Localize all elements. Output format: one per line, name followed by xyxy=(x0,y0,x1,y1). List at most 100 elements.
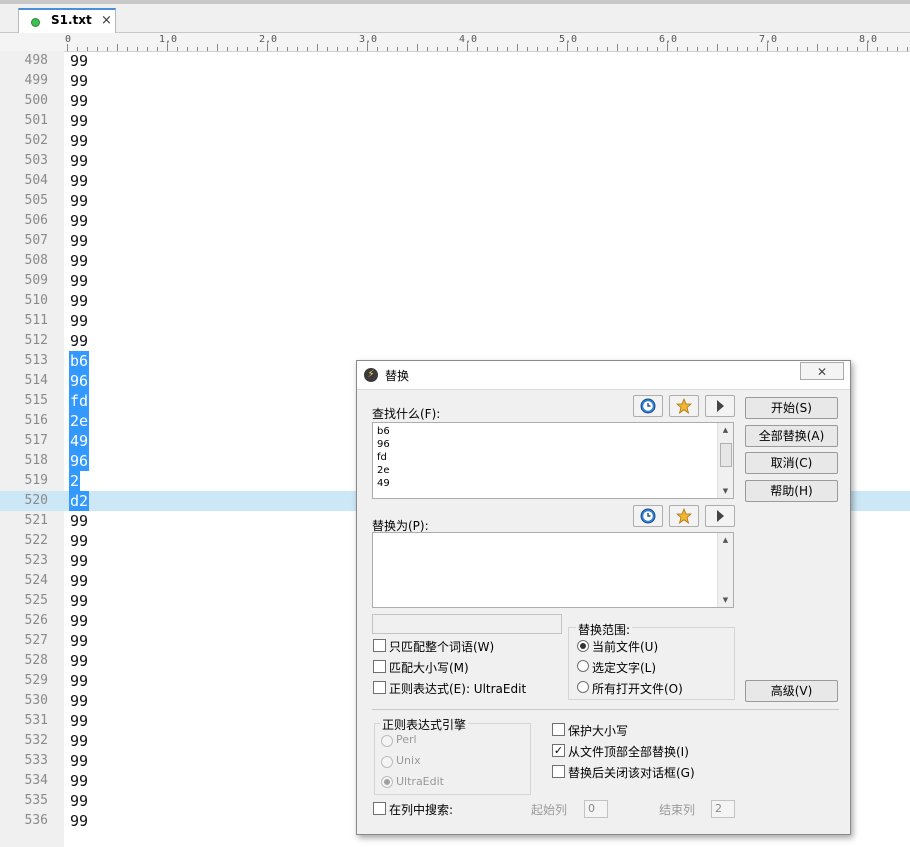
file-tab[interactable]: S1.txt × xyxy=(18,8,116,33)
find-favorites-button[interactable] xyxy=(669,395,699,417)
editor-line[interactable]: 502 99 xyxy=(0,131,910,151)
line-text[interactable]: 99 xyxy=(69,91,89,111)
engine-perl-radio[interactable] xyxy=(381,735,393,747)
line-text[interactable]: 99 xyxy=(69,71,89,91)
dialog-titlebar[interactable]: ⚡ 替换 ✕ xyxy=(357,361,850,390)
replace-favorites-button[interactable] xyxy=(669,505,699,527)
line-text[interactable]: 99 xyxy=(69,131,89,151)
scroll-down-icon[interactable]: ▼ xyxy=(718,593,733,607)
selected-line-text[interactable]: 96 xyxy=(69,451,90,471)
engine-ultraedit-label[interactable]: UltraEdit xyxy=(396,775,444,788)
regex-checkbox[interactable] xyxy=(373,681,386,694)
selected-line-text[interactable]: 2 xyxy=(69,471,81,491)
start-button[interactable]: 开始(S) xyxy=(745,397,838,419)
line-text[interactable]: 99 xyxy=(69,51,89,71)
line-text[interactable]: 99 xyxy=(69,531,89,551)
line-text[interactable]: 99 xyxy=(69,571,89,591)
selected-line-text[interactable]: d2 xyxy=(69,491,90,511)
editor-line[interactable]: 512 99 xyxy=(0,331,910,351)
scope-selected-text-radio[interactable] xyxy=(577,660,589,672)
line-text[interactable]: 99 xyxy=(69,111,89,131)
editor-line[interactable]: 506 99 xyxy=(0,211,910,231)
find-what-input[interactable]: b6 96 fd 2e 49 ▲ ▼ xyxy=(372,422,734,499)
close-tab-icon[interactable]: × xyxy=(101,13,112,28)
preserve-case-checkbox[interactable] xyxy=(552,723,565,736)
editor-line[interactable]: 498 99 xyxy=(0,51,910,71)
selected-line-text[interactable]: 96 xyxy=(69,371,90,391)
line-text[interactable]: 99 xyxy=(69,591,89,611)
engine-unix-radio[interactable] xyxy=(381,756,393,768)
scroll-thumb[interactable] xyxy=(720,443,732,467)
line-text[interactable]: 99 xyxy=(69,691,89,711)
line-text[interactable]: 99 xyxy=(69,751,89,771)
editor-line[interactable]: 507 99 xyxy=(0,231,910,251)
close-after-replace-checkbox[interactable] xyxy=(552,765,565,778)
line-text[interactable]: 99 xyxy=(69,331,89,351)
line-text[interactable]: 99 xyxy=(69,311,89,331)
line-text[interactable]: 99 xyxy=(69,651,89,671)
editor-line[interactable]: 509 99 xyxy=(0,271,910,291)
cancel-button[interactable]: 取消(C) xyxy=(745,452,838,474)
line-text[interactable]: 99 xyxy=(69,551,89,571)
editor-line[interactable]: 501 99 xyxy=(0,111,910,131)
line-text[interactable]: 99 xyxy=(69,611,89,631)
scope-current-file-label[interactable]: 当前文件(U) xyxy=(592,638,658,655)
selected-line-text[interactable]: fd xyxy=(69,391,90,411)
regex-label[interactable]: 正则表达式(E): UltraEdit xyxy=(389,680,526,697)
replace-menu-button[interactable] xyxy=(705,505,735,527)
engine-perl-label[interactable]: Perl xyxy=(396,733,417,746)
editor-line[interactable]: 500 99 xyxy=(0,91,910,111)
editor-line[interactable]: 505 99 xyxy=(0,191,910,211)
search-in-column-label[interactable]: 在列中搜索: xyxy=(389,801,453,818)
preserve-case-label[interactable]: 保护大小写 xyxy=(568,722,628,739)
selected-line-text[interactable]: 49 xyxy=(69,431,90,451)
line-text[interactable]: 99 xyxy=(69,711,89,731)
editor-line[interactable]: 510 99 xyxy=(0,291,910,311)
line-text[interactable]: 99 xyxy=(69,251,89,271)
whole-word-label[interactable]: 只匹配整个词语(W) xyxy=(389,638,494,655)
whole-word-checkbox[interactable] xyxy=(373,639,386,652)
replace-all-button[interactable]: 全部替换(A) xyxy=(745,425,838,447)
find-history-button[interactable] xyxy=(633,395,663,417)
scroll-up-icon[interactable]: ▲ xyxy=(718,533,733,547)
line-text[interactable]: 99 xyxy=(69,271,89,291)
advanced-button[interactable]: 高级(V) xyxy=(745,680,838,702)
match-case-checkbox[interactable] xyxy=(373,660,386,673)
replace-input-scrollbar[interactable]: ▲ ▼ xyxy=(717,533,733,607)
editor-line[interactable]: 508 99 xyxy=(0,251,910,271)
find-menu-button[interactable] xyxy=(705,395,735,417)
editor-line[interactable]: 499 99 xyxy=(0,71,910,91)
editor-line[interactable]: 504 99 xyxy=(0,171,910,191)
scroll-down-icon[interactable]: ▼ xyxy=(718,484,733,498)
engine-unix-label[interactable]: Unix xyxy=(396,754,421,767)
start-column-input[interactable]: 0 xyxy=(584,800,608,818)
editor-line[interactable]: 511 99 xyxy=(0,311,910,331)
line-text[interactable]: 99 xyxy=(69,631,89,651)
scroll-up-icon[interactable]: ▲ xyxy=(718,423,733,437)
help-button[interactable]: 帮助(H) xyxy=(745,480,838,502)
replace-with-input[interactable]: ▲ ▼ xyxy=(372,532,734,608)
line-text[interactable]: 99 xyxy=(69,731,89,751)
match-case-label[interactable]: 匹配大小写(M) xyxy=(389,659,469,676)
replace-all-from-top-label[interactable]: 从文件顶部全部替换(I) xyxy=(568,743,689,760)
replace-history-button[interactable] xyxy=(633,505,663,527)
line-text[interactable]: 99 xyxy=(69,811,89,831)
end-column-input[interactable]: 2 xyxy=(711,800,735,818)
engine-ultraedit-radio[interactable] xyxy=(381,776,393,788)
search-in-column-checkbox[interactable] xyxy=(373,802,386,815)
line-text[interactable]: 99 xyxy=(69,511,89,531)
line-text[interactable]: 99 xyxy=(69,191,89,211)
close-after-replace-label[interactable]: 替换后关闭该对话框(G) xyxy=(568,764,695,781)
scope-selected-text-label[interactable]: 选定文字(L) xyxy=(592,659,656,676)
line-text[interactable]: 99 xyxy=(69,151,89,171)
editor-line[interactable]: 503 99 xyxy=(0,151,910,171)
scope-all-open-files-radio[interactable] xyxy=(577,681,589,693)
line-text[interactable]: 99 xyxy=(69,291,89,311)
line-text[interactable]: 99 xyxy=(69,771,89,791)
scope-all-open-files-label[interactable]: 所有打开文件(O) xyxy=(592,680,683,697)
line-text[interactable]: 99 xyxy=(69,231,89,251)
find-input-scrollbar[interactable]: ▲ ▼ xyxy=(717,423,733,498)
dialog-close-button[interactable]: ✕ xyxy=(800,362,844,380)
selected-line-text[interactable]: 2e xyxy=(69,411,90,431)
scope-current-file-radio[interactable] xyxy=(577,640,589,652)
